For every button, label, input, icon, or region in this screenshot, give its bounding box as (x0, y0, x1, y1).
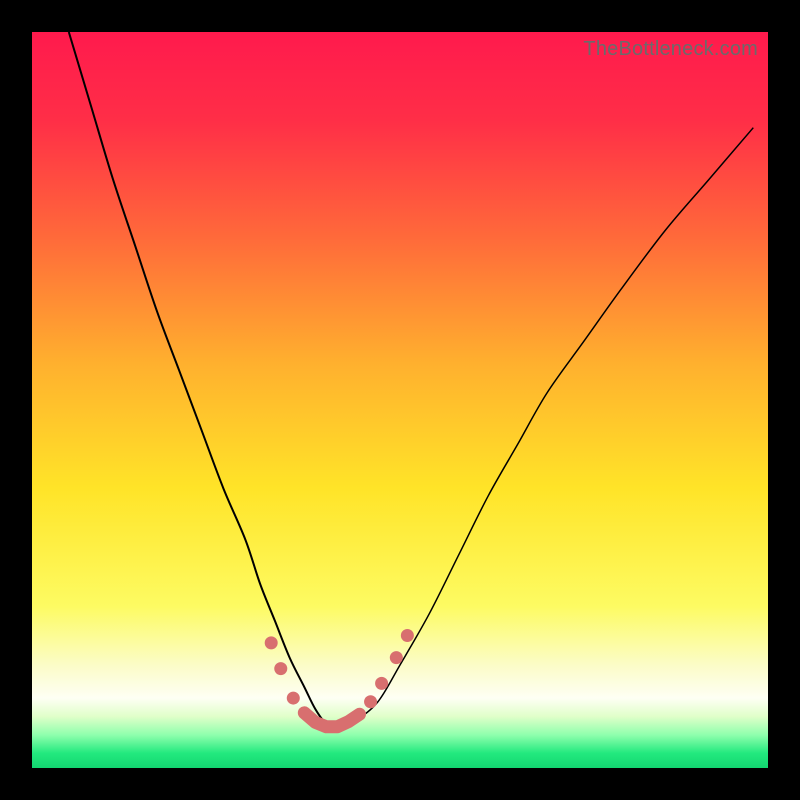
chart-svg (32, 32, 768, 768)
watermark-label: TheBottleneck.com (583, 38, 758, 61)
plot-area: TheBottleneck.com (32, 32, 768, 768)
chart-frame: TheBottleneck.com (0, 0, 800, 800)
